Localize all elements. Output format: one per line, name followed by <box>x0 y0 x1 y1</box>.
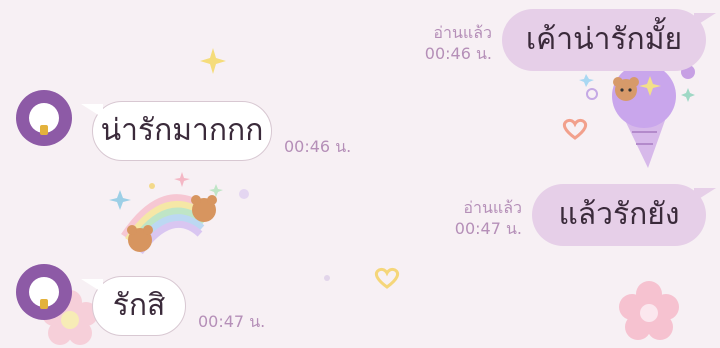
message-time: 00:46 น. <box>284 137 352 156</box>
read-receipt: อ่านแล้ว 00:46 น. <box>400 22 492 64</box>
read-status: อ่านแล้ว <box>463 198 522 217</box>
dot-decoration <box>239 189 249 199</box>
read-receipt: อ่านแล้ว 00:47 น. <box>430 197 522 239</box>
flower-decoration <box>619 281 679 340</box>
message-bubble-outgoing[interactable]: แล้วรักยัง <box>532 184 716 246</box>
read-status: อ่านแล้ว <box>433 23 492 42</box>
contact-avatar[interactable] <box>16 264 72 320</box>
message-bubble-outgoing[interactable]: เค้าน่ารักมั้ย <box>502 9 716 71</box>
chat-window: อ่านแล้ว 00:46 น. เค้าน่ารักมั้ย น่ารักม… <box>0 0 720 348</box>
ice-cream-bear-sticker <box>579 64 695 168</box>
dot-decoration <box>324 275 330 281</box>
message-time: 00:47 น. <box>454 219 522 238</box>
message-time: 00:47 น. <box>198 312 266 331</box>
contact-avatar[interactable] <box>16 90 72 146</box>
rainbow-bears-sticker <box>109 172 223 254</box>
sparkle-decoration <box>200 48 226 74</box>
heart-decoration <box>374 267 400 289</box>
message-bubble-incoming[interactable]: น่ารักมากกก <box>81 101 272 161</box>
message-time: 00:46 น. <box>424 44 492 63</box>
profile-avatar-icon <box>29 103 59 135</box>
profile-avatar-icon <box>29 277 59 309</box>
message-bubble-incoming[interactable]: รักสิ <box>81 276 186 336</box>
